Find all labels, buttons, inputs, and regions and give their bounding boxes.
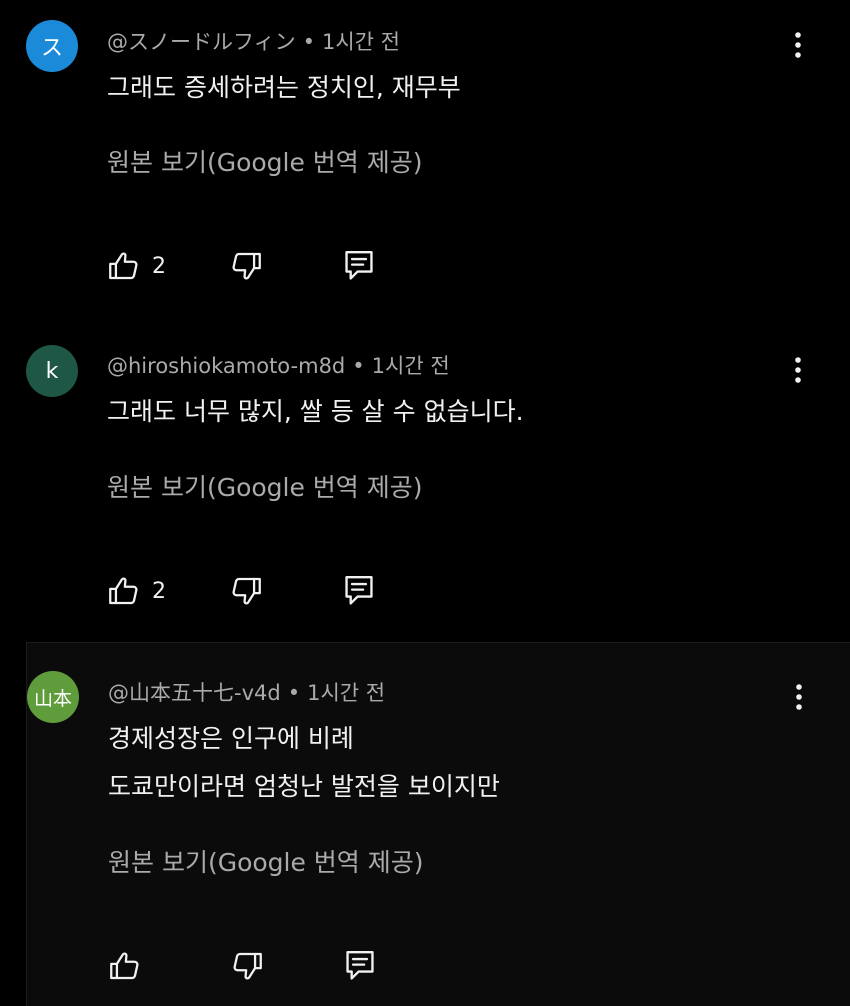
author-name[interactable]: @山本五十七-v4d	[108, 681, 281, 705]
like-count: 2	[152, 578, 166, 604]
avatar-initial: 山本	[33, 687, 72, 710]
more-vertical-icon	[795, 32, 801, 58]
avatar-initial: k	[45, 358, 59, 384]
author-name[interactable]: @スノードルフィン	[107, 30, 296, 54]
avatar[interactable]: 山本	[27, 671, 79, 723]
see-original-link[interactable]: 원본 보기(Google 번역 제공)	[108, 843, 424, 879]
author-name[interactable]: @hiroshiokamoto-m8d	[107, 354, 345, 378]
comment-item: k @hiroshiokamoto-m8d • 1시간 전 그래도 너무 많지, 쌀…	[0, 325, 850, 641]
reply-button[interactable]	[342, 573, 376, 609]
dislike-button[interactable]	[230, 574, 264, 608]
meta-separator: •	[352, 354, 365, 378]
more-options-button[interactable]	[780, 27, 816, 63]
comment-meta: @スノードルフィン • 1시간 전	[107, 26, 400, 56]
comment-text: 그래도 너무 많지, 쌀 등 살 수 없습니다.	[107, 397, 524, 426]
more-options-button[interactable]	[780, 352, 816, 388]
dislike-button[interactable]	[231, 949, 265, 983]
thumb-down-icon	[233, 952, 262, 980]
comment-time[interactable]: 1시간 전	[372, 354, 450, 378]
comment-time[interactable]: 1시간 전	[307, 681, 385, 705]
meta-separator: •	[302, 30, 315, 54]
avatar[interactable]: ス	[26, 20, 78, 72]
comment-item: ス @スノードルフィン • 1시간 전 그래도 증세하려는 정치인, 재무부 원본 …	[0, 0, 850, 320]
thumb-down-icon	[232, 577, 261, 605]
see-original-link[interactable]: 원본 보기(Google 번역 제공)	[107, 468, 423, 504]
reply-icon	[346, 950, 374, 980]
comment-meta: @山本五十七-v4d • 1시간 전	[108, 677, 385, 707]
thumb-up-icon	[109, 252, 138, 280]
more-vertical-icon	[796, 684, 802, 710]
comment-text-line: 도쿄만이라면 엄청난 발전을 보이지만	[108, 772, 500, 801]
like-button[interactable]: 2	[106, 249, 166, 283]
like-button[interactable]: 2	[106, 574, 166, 608]
reply-button[interactable]	[343, 948, 377, 984]
comment-meta: @hiroshiokamoto-m8d • 1시간 전	[107, 350, 450, 380]
comment-time[interactable]: 1시간 전	[322, 30, 400, 54]
like-count: 2	[152, 253, 166, 279]
thumb-up-icon	[109, 577, 138, 605]
reply-icon	[345, 575, 373, 605]
comment-item-highlighted: 山本 @山本五十七-v4d • 1시간 전 경제성장은 인구에 비례 도쿄만이라면 …	[26, 642, 850, 1006]
comment-text: 그래도 증세하려는 정치인, 재무부	[107, 73, 461, 102]
thumb-up-icon	[110, 952, 139, 980]
thumb-down-icon	[232, 252, 261, 280]
avatar[interactable]: k	[26, 345, 78, 397]
dislike-button[interactable]	[230, 249, 264, 283]
see-original-link[interactable]: 원본 보기(Google 번역 제공)	[107, 143, 423, 179]
more-vertical-icon	[795, 357, 801, 383]
reply-icon	[345, 250, 373, 280]
more-options-button[interactable]	[781, 679, 817, 715]
avatar-initial: ス	[40, 36, 63, 61]
like-button[interactable]	[107, 949, 153, 983]
comment-text-line: 경제성장은 인구에 비례	[108, 724, 354, 753]
meta-separator: •	[287, 681, 301, 705]
reply-button[interactable]	[342, 248, 376, 284]
